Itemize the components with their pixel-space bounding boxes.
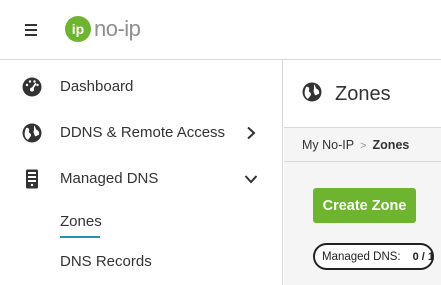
main-content: Zones My No-IP > Zones Create Zone Managed… [284, 60, 441, 285]
active-indicator [60, 236, 100, 238]
sidebar-item-ddns[interactable]: DDNS & Remote Access [0, 113, 283, 153]
noip-logo-mark-icon: ip [65, 16, 91, 42]
breadcrumb: My No-IP > Zones [302, 138, 409, 152]
noip-logo[interactable]: ip no-ip [64, 14, 141, 44]
sidebar-item-label: DDNS & Remote Access [60, 124, 226, 141]
chevron-down-icon[interactable] [244, 172, 258, 186]
server-icon [26, 169, 38, 189]
page-title: Zones [335, 83, 391, 105]
globe-icon [22, 123, 42, 143]
create-zone-button[interactable]: Create Zone [313, 188, 416, 223]
sidebar-subitem-zones[interactable]: Zones [60, 213, 102, 230]
svg-text:ip: ip [72, 21, 84, 37]
sidebar-item-dashboard[interactable]: Dashboard [0, 67, 283, 107]
top-bar: ip no-ip [0, 0, 441, 60]
page-header: Zones [284, 60, 441, 128]
usage-label: Managed DNS: [322, 250, 401, 263]
logo-text: no-ip [94, 16, 141, 41]
sidebar-item-managed-dns[interactable]: Managed DNS [0, 159, 283, 199]
breadcrumb-current: Zones [372, 138, 410, 152]
globe-icon [302, 82, 322, 102]
divider [284, 161, 441, 162]
sidebar-subitem-dns-records[interactable]: DNS Records [60, 253, 152, 270]
breadcrumb-separator: > [360, 140, 367, 152]
chevron-right-icon[interactable] [244, 126, 258, 140]
sidebar-item-label: Dashboard [60, 78, 134, 95]
sidebar: Dashboard DDNS & Remote Access Managed D… [0, 60, 283, 285]
usage-value: 0 / 1 [412, 250, 435, 263]
managed-dns-usage-badge: Managed DNS: 0 / 1 [313, 243, 434, 270]
menu-icon[interactable] [25, 24, 37, 36]
sidebar-item-label: Managed DNS [60, 170, 159, 187]
dashboard-gauge-icon [22, 77, 42, 97]
breadcrumb-parent-link[interactable]: My No-IP [302, 138, 354, 152]
